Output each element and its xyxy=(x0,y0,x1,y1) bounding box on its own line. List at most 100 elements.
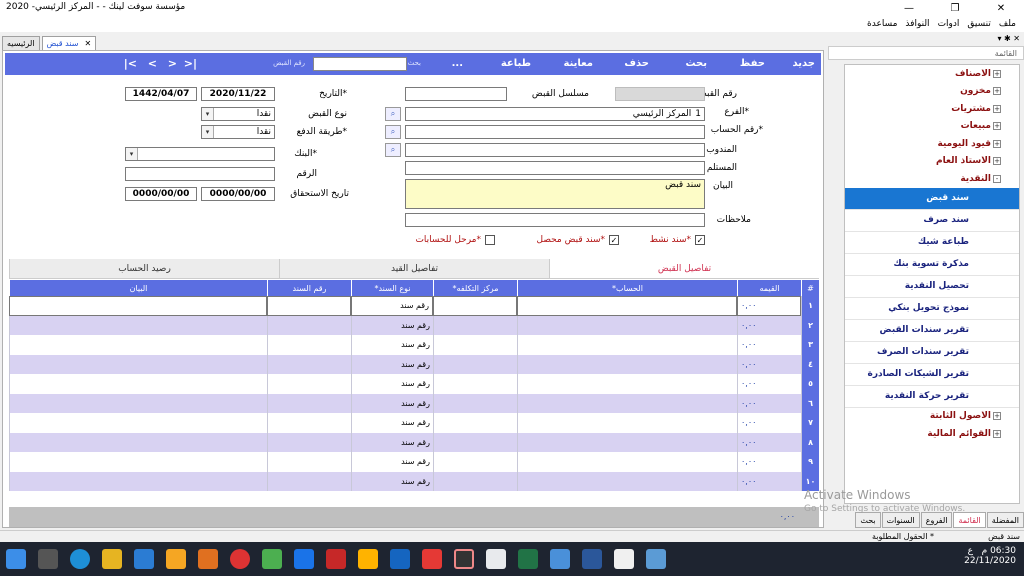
description-cell[interactable] xyxy=(9,335,267,355)
clock[interactable]: 06:30 م xyxy=(982,546,1016,556)
cost-center-cell[interactable] xyxy=(433,315,517,335)
doc-no-cell[interactable] xyxy=(267,335,351,355)
tab-home[interactable]: الرئيسيه xyxy=(2,36,40,50)
tab-years[interactable]: السنوات xyxy=(881,512,920,528)
app-icon[interactable] xyxy=(358,549,378,569)
amount-cell[interactable]: ٠,٠٠ xyxy=(737,296,801,316)
account-cell[interactable] xyxy=(517,452,737,472)
delete-button[interactable]: حذف xyxy=(624,58,649,69)
cost-center-cell[interactable] xyxy=(433,432,517,452)
collected-checkbox[interactable]: ✓ xyxy=(609,235,619,245)
account-cell[interactable] xyxy=(517,296,737,316)
menu-tools[interactable]: ادوات xyxy=(938,19,960,29)
amount-cell[interactable]: ٠,٠٠ xyxy=(737,335,801,355)
doc-type-cell[interactable]: رقم سند xyxy=(351,452,433,472)
nav-last-button[interactable]: >| xyxy=(124,57,137,70)
expand-icon[interactable]: + xyxy=(993,429,1001,438)
tab-entry-details[interactable]: تفاصيل القيد xyxy=(279,259,549,278)
account-cell[interactable] xyxy=(517,413,737,433)
account-cell[interactable] xyxy=(517,432,737,452)
account-field[interactable] xyxy=(405,125,705,139)
chrome-icon[interactable] xyxy=(230,549,250,569)
description-field[interactable]: سند قبض xyxy=(405,179,705,209)
chevron-down-icon[interactable]: ▾ xyxy=(126,148,138,160)
windows-start-icon[interactable] xyxy=(6,549,26,569)
amount-cell[interactable]: ٠,٠٠ xyxy=(737,393,801,413)
doc-no-cell[interactable] xyxy=(267,432,351,452)
app-icon[interactable] xyxy=(294,549,314,569)
sidebar-subitem[interactable]: مذكرة تسوية بنك xyxy=(845,254,1019,276)
nav-first-button[interactable]: |< xyxy=(184,57,197,70)
tab-account-balance[interactable]: رصيد الحساب xyxy=(9,259,279,278)
tab-receipt-details[interactable]: تفاصيل القبض xyxy=(549,259,819,278)
more-button[interactable]: ... xyxy=(452,58,463,69)
collapse-icon[interactable]: - xyxy=(993,174,1001,183)
app-icon[interactable] xyxy=(326,549,346,569)
minimize-icon[interactable]: — xyxy=(886,0,932,16)
sidebar-group[interactable]: + قيود اليومية xyxy=(845,135,1019,153)
cost-center-cell[interactable] xyxy=(433,452,517,472)
account-cell[interactable] xyxy=(517,393,737,413)
date-field[interactable]: 2020/11/22 xyxy=(201,87,275,101)
sidebar-group[interactable]: + القوائم المالية xyxy=(845,425,1019,443)
description-cell[interactable] xyxy=(9,296,267,316)
doc-type-cell[interactable]: رقم سند xyxy=(351,315,433,335)
doc-no-cell[interactable] xyxy=(267,374,351,394)
mail-icon[interactable] xyxy=(134,549,154,569)
doc-no-cell[interactable] xyxy=(267,471,351,491)
sidebar-subitem[interactable]: سند صرف xyxy=(845,210,1019,232)
account-cell[interactable] xyxy=(517,315,737,335)
amount-cell[interactable]: ٠,٠٠ xyxy=(737,413,801,433)
expand-icon[interactable]: + xyxy=(993,104,1001,113)
doc-type-cell[interactable]: رقم سند xyxy=(351,432,433,452)
branch-field[interactable]: 1 المركز الرئيسي xyxy=(405,107,705,121)
app-icon[interactable] xyxy=(454,549,474,569)
cost-center-cell[interactable] xyxy=(433,335,517,355)
doc-no-cell[interactable] xyxy=(267,393,351,413)
print-button[interactable]: طباعة xyxy=(501,58,531,69)
pin-icon[interactable]: ▾ ✱ ✕ xyxy=(997,34,1020,46)
description-cell[interactable] xyxy=(9,413,267,433)
table-row[interactable]: ٢ ٠,٠٠ رقم سند xyxy=(9,315,819,335)
expand-icon[interactable]: + xyxy=(993,412,1001,421)
amount-cell[interactable]: ٠,٠٠ xyxy=(737,315,801,335)
app-icon[interactable] xyxy=(550,549,570,569)
sidebar-subitem[interactable]: نموذج تحويل بنكي xyxy=(845,298,1019,320)
sidebar-group[interactable]: + الاصناف xyxy=(845,65,1019,83)
search-icon[interactable] xyxy=(38,549,58,569)
nav-prev-button[interactable]: < xyxy=(168,57,177,70)
doc-no-cell[interactable] xyxy=(267,315,351,335)
sidebar-group[interactable]: + مشتريات xyxy=(845,100,1019,118)
doc-type-cell[interactable]: رقم سند xyxy=(351,374,433,394)
account-cell[interactable] xyxy=(517,471,737,491)
sidebar-subitem[interactable]: تقرير سندات الصرف xyxy=(845,342,1019,364)
sidebar-group[interactable]: - النقدية xyxy=(845,170,1019,188)
tab-search[interactable]: بحث xyxy=(855,512,881,528)
doc-type-cell[interactable]: رقم سند xyxy=(351,393,433,413)
doc-no-cell[interactable] xyxy=(267,413,351,433)
doc-type-cell[interactable]: رقم سند xyxy=(351,354,433,374)
expand-icon[interactable]: + xyxy=(993,157,1001,166)
cost-center-cell[interactable] xyxy=(433,354,517,374)
toolbar-search-input[interactable] xyxy=(313,57,407,71)
delegate-search-icon[interactable]: ⌕ xyxy=(385,143,401,157)
description-cell[interactable] xyxy=(9,393,267,413)
posted-checkbox[interactable] xyxy=(485,235,495,245)
close-tab-icon[interactable]: ✕ xyxy=(84,39,91,48)
sidebar-subitem[interactable]: تقرير سندات القبض xyxy=(845,320,1019,342)
table-row[interactable]: ٣ ٠,٠٠ رقم سند xyxy=(9,335,819,355)
table-row[interactable]: ٥ ٠,٠٠ رقم سند xyxy=(9,374,819,394)
tab-menu[interactable]: القائمة xyxy=(953,512,986,528)
cost-center-cell[interactable] xyxy=(433,471,517,491)
doc-type-cell[interactable]: رقم سند xyxy=(351,296,433,316)
receipt-type-select[interactable]: نقدا ▾ xyxy=(201,107,275,121)
cost-center-cell[interactable] xyxy=(433,296,517,316)
description-cell[interactable] xyxy=(9,374,267,394)
chevron-down-icon[interactable]: ▾ xyxy=(202,126,214,138)
chevron-down-icon[interactable]: ▾ xyxy=(202,108,214,120)
sidebar-subitem[interactable]: تقرير الشيكات الصادرة xyxy=(845,364,1019,386)
app-icon[interactable] xyxy=(262,549,282,569)
cost-center-cell[interactable] xyxy=(433,393,517,413)
word-icon[interactable] xyxy=(582,549,602,569)
app-icon[interactable] xyxy=(614,549,634,569)
